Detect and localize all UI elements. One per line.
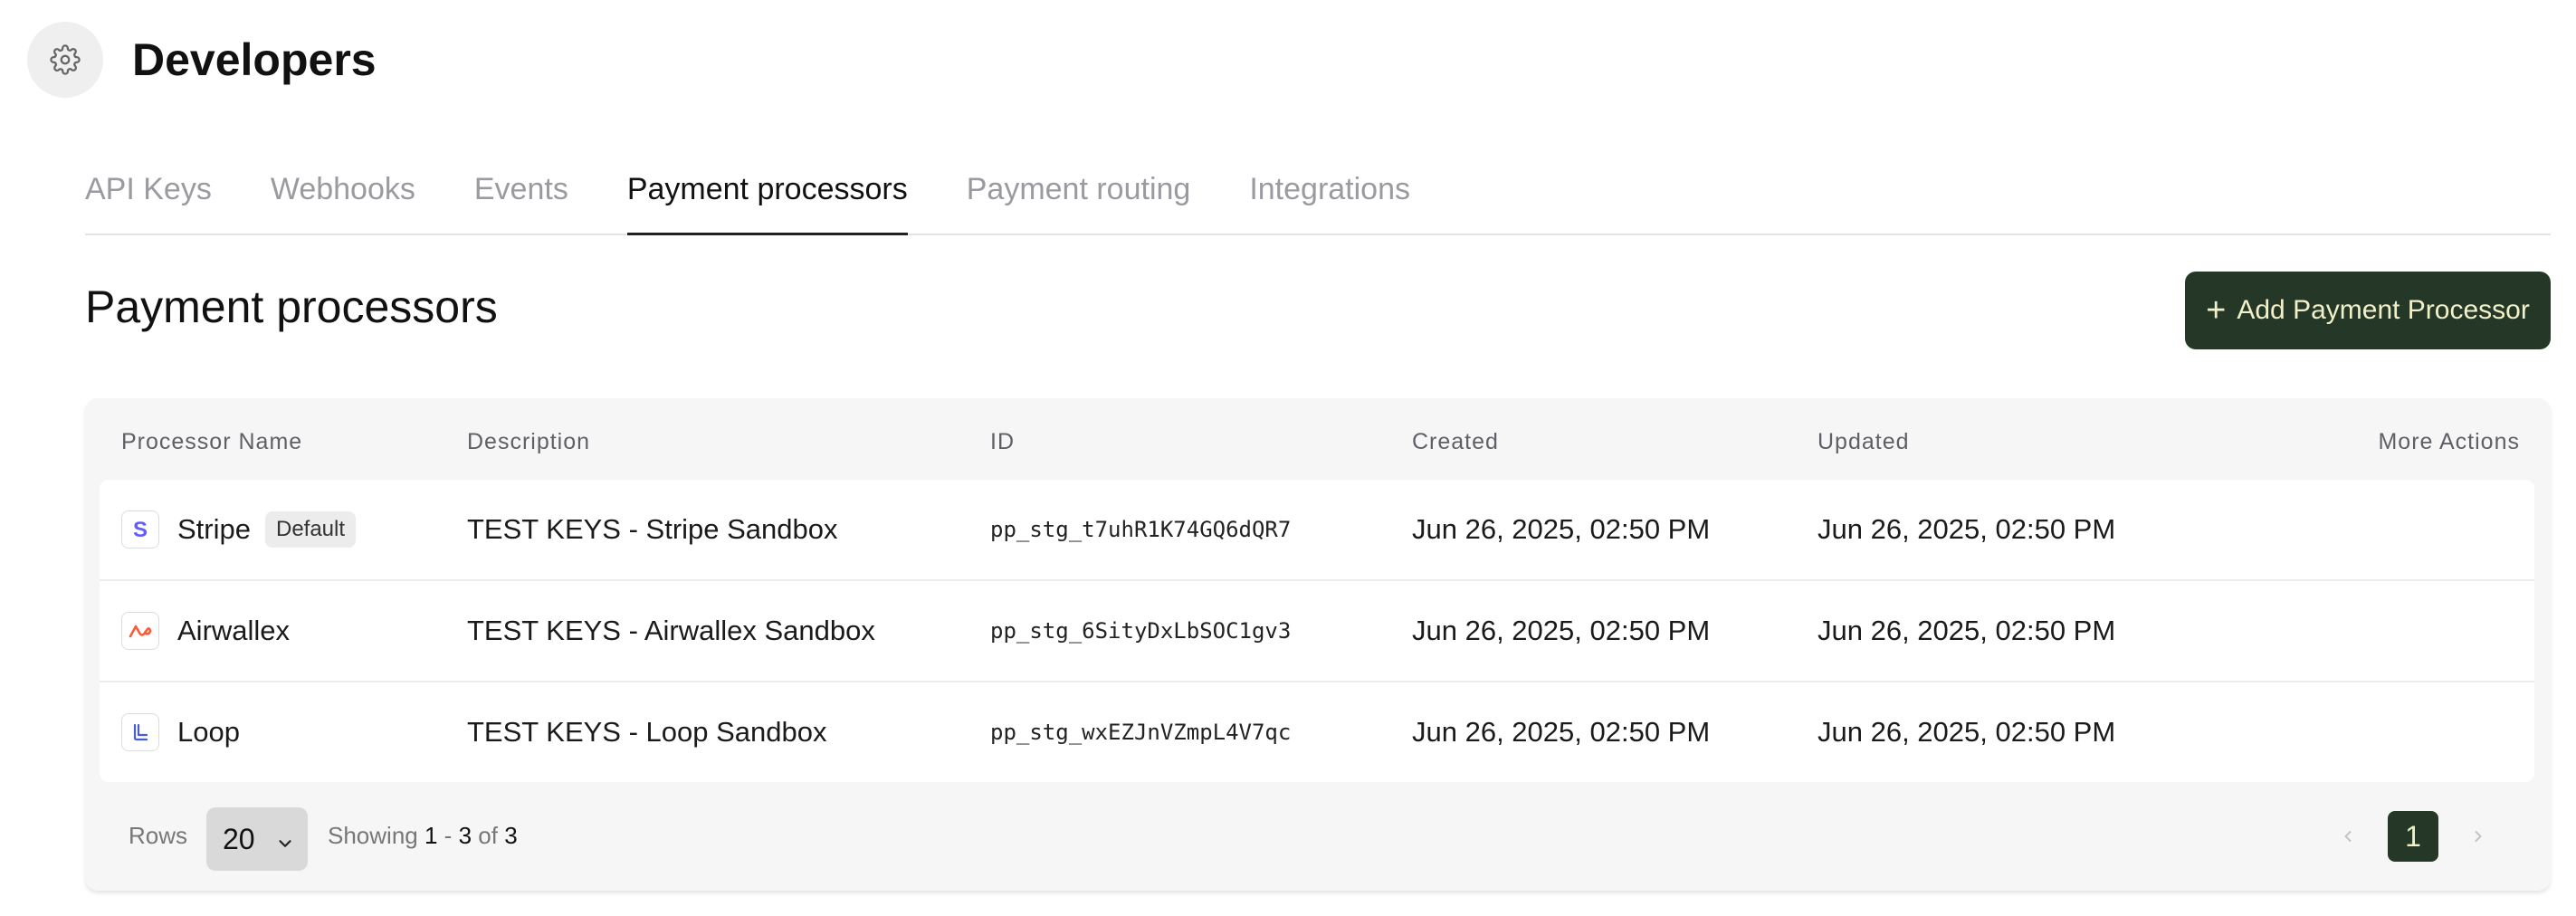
- add-payment-processor-label: Add Payment Processor: [2237, 295, 2530, 325]
- column-header-id: ID: [990, 429, 1015, 454]
- next-page-chevron-right-icon[interactable]: [2460, 811, 2496, 862]
- description-cell: TEST KEYS - Stripe Sandbox: [467, 513, 838, 545]
- tab-integrations[interactable]: Integrations: [1249, 161, 1410, 234]
- processor-name-cell: Airwallex: [121, 581, 290, 681]
- processor-name: Stripe: [177, 513, 251, 545]
- airwallex-logo-icon: [121, 612, 159, 650]
- range-start: 1: [424, 822, 438, 849]
- page-title: Developers: [132, 34, 377, 85]
- range-end: 3: [458, 822, 472, 849]
- svg-text:S: S: [133, 518, 148, 541]
- default-badge: Default: [264, 511, 357, 548]
- column-header-created: Created: [1412, 429, 1499, 454]
- plus-icon: +: [2206, 291, 2227, 329]
- tab-payment-routing[interactable]: Payment routing: [967, 161, 1191, 234]
- column-header-description: Description: [467, 429, 591, 454]
- table-row[interactable]: Airwallex TEST KEYS - Airwallex Sandbox …: [100, 581, 2534, 682]
- range-separator: -: [444, 822, 453, 849]
- processor-name-cell: Loop: [121, 682, 240, 782]
- processor-name-cell: S Stripe Default: [121, 480, 357, 579]
- created-cell: Jun 26, 2025, 02:50 PM: [1412, 615, 1711, 646]
- table-row[interactable]: S Stripe Default TEST KEYS - Stripe Sand…: [100, 480, 2534, 581]
- showing-summary: Showing 1 - 3 of 3: [328, 822, 518, 850]
- id-cell: pp_stg_6SityDxLbSOC1gv3: [990, 618, 1292, 644]
- created-cell: Jun 26, 2025, 02:50 PM: [1412, 513, 1711, 545]
- section-title: Payment processors: [85, 281, 498, 332]
- rows-per-page-value: 20: [223, 822, 255, 855]
- tab-bar: API Keys Webhooks Events Payment process…: [85, 161, 2551, 235]
- stripe-logo-icon: S: [121, 510, 159, 549]
- updated-cell: Jun 26, 2025, 02:50 PM: [1818, 615, 2116, 646]
- showing-prefix: Showing: [328, 822, 418, 849]
- processors-table: Processor Name Description ID Created Up…: [85, 398, 2551, 891]
- id-cell: pp_stg_t7uhR1K74GQ6dQR7: [990, 517, 1292, 542]
- of-label: of: [478, 822, 498, 849]
- pagination: 1: [2330, 811, 2496, 862]
- loop-logo-icon: [121, 713, 159, 751]
- tab-payment-processors[interactable]: Payment processors: [626, 161, 908, 235]
- column-header-updated: Updated: [1818, 429, 1910, 454]
- previous-page-chevron-left-icon[interactable]: [2330, 811, 2366, 862]
- tab-api-keys[interactable]: API Keys: [85, 161, 212, 234]
- total-count: 3: [504, 822, 518, 849]
- id-cell: pp_stg_wxEZJnVZmpL4V7qc: [990, 720, 1292, 745]
- column-header-processor-name: Processor Name: [121, 429, 303, 454]
- page-button-current[interactable]: 1: [2388, 811, 2438, 862]
- created-cell: Jun 26, 2025, 02:50 PM: [1412, 716, 1711, 748]
- tab-webhooks[interactable]: Webhooks: [271, 161, 415, 234]
- gear-icon: [27, 22, 103, 98]
- column-header-more-actions: More Actions: [2378, 429, 2520, 454]
- description-cell: TEST KEYS - Airwallex Sandbox: [467, 615, 875, 646]
- page-header: Developers: [27, 22, 377, 98]
- tab-events[interactable]: Events: [474, 161, 568, 234]
- processor-name: Loop: [177, 716, 240, 748]
- table-row[interactable]: Loop TEST KEYS - Loop Sandbox pp_stg_wxE…: [100, 682, 2534, 782]
- rows-label: Rows: [129, 822, 188, 849]
- add-payment-processor-button[interactable]: + Add Payment Processor: [2185, 272, 2551, 349]
- chevron-down-icon: [275, 827, 295, 861]
- updated-cell: Jun 26, 2025, 02:50 PM: [1818, 513, 2116, 545]
- updated-cell: Jun 26, 2025, 02:50 PM: [1818, 716, 2116, 748]
- table-body: S Stripe Default TEST KEYS - Stripe Sand…: [100, 480, 2534, 782]
- description-cell: TEST KEYS - Loop Sandbox: [467, 716, 827, 748]
- processor-name: Airwallex: [177, 615, 291, 646]
- table-footer: Rows 20 Showing 1 - 3 of 3 1: [85, 782, 2551, 891]
- rows-per-page-select[interactable]: 20: [206, 807, 308, 871]
